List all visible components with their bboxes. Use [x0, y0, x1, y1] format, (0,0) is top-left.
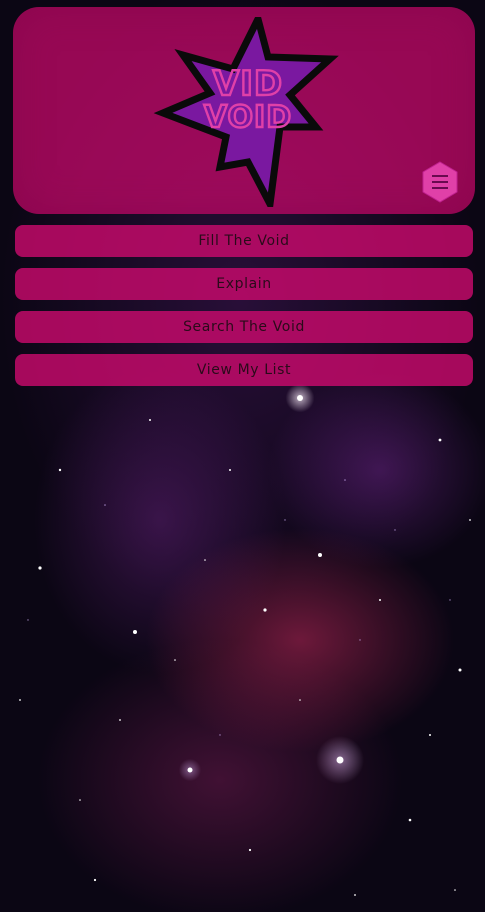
nav-view-my-list-button[interactable]: View My List — [15, 354, 473, 386]
header-panel: VID VOID — [13, 7, 475, 214]
nav-search-the-void-button[interactable]: Search The Void — [15, 311, 473, 343]
logo-line1: VID — [213, 64, 283, 104]
nav-button-label: Search The Void — [183, 319, 305, 335]
nav-button-label: Explain — [216, 276, 272, 292]
nav-explain-button[interactable]: Explain — [15, 268, 473, 300]
hamburger-menu-icon[interactable] — [421, 161, 459, 203]
nav-button-label: View My List — [196, 362, 292, 378]
nav-fill-the-void-button[interactable]: Fill The Void — [15, 225, 473, 257]
logo-line2: VOID — [204, 100, 292, 135]
starburst-logo[interactable]: VID VOID — [148, 17, 348, 207]
nav-button-label: Fill The Void — [198, 233, 290, 249]
